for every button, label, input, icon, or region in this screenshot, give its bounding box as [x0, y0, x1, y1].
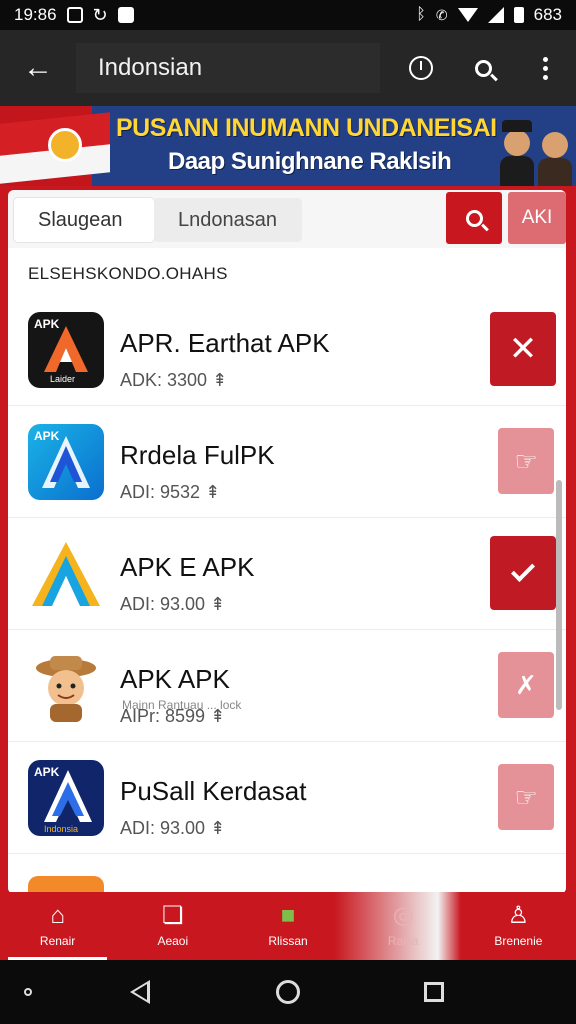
search-icon [474, 59, 492, 77]
banner-subtitle: Daap Sunighnane Raklsih [168, 148, 452, 175]
bluetooth-icon: ᛒ [416, 6, 426, 23]
search-button[interactable] [452, 30, 514, 106]
app-list-card: Slaugean Lndonasan AKI ELSEHSKONDO.OHAHS… [8, 190, 566, 894]
nav-globe[interactable]: ◎ Ralsa [346, 892, 461, 960]
app-name: APK APK [120, 664, 230, 694]
globe-icon: ◎ [392, 902, 414, 929]
close-icon: ✕ [508, 330, 538, 368]
pin-button[interactable]: ✗ [498, 652, 554, 718]
vibrate-icon: ✆ [435, 6, 448, 23]
app-name: Rrdela FulPK [120, 440, 275, 470]
list-item[interactable]: APK E APK ADI: 93.00 ⇞ [8, 518, 566, 630]
chat-icon: ❏ [162, 902, 184, 929]
aki-button[interactable]: AKI [508, 192, 566, 244]
check-button[interactable] [490, 536, 556, 610]
app-icon [28, 648, 104, 724]
toolbar-title: Indonsian [76, 43, 380, 93]
list-item[interactable]: APK Laider APR. Earthat APK ADK: 3300 ⇞ … [8, 294, 566, 406]
app-grid-icon: ■ [280, 902, 296, 929]
app-name: PuSall Kerdasat [120, 776, 307, 806]
hand-button[interactable]: ☞ [498, 428, 554, 494]
overflow-menu-button[interactable] [514, 30, 576, 106]
nav-label: Rlissan [268, 934, 308, 948]
nav-label: Brenenie [494, 934, 543, 948]
app-icon-label: APK [34, 429, 60, 443]
filter-search-button[interactable] [446, 192, 502, 244]
hand-button[interactable]: ☞ [498, 764, 554, 830]
battery-level: 683 [533, 5, 562, 24]
badge-icon [48, 128, 82, 162]
sync-icon: ↻ [92, 4, 108, 25]
screenshot-icon [66, 7, 83, 23]
close-button[interactable]: ✕ [490, 312, 556, 386]
list-item[interactable]: APK Rrdela FulPK ADI: 9532 ⇞ ☞ [8, 406, 566, 518]
app-icon-label: APK [34, 317, 60, 331]
history-button[interactable] [390, 30, 452, 106]
filter-row: Slaugean Lndonasan AKI [8, 190, 566, 248]
app-icon: APK [28, 424, 104, 500]
dot-icon [24, 988, 32, 996]
bottom-navigation: ⌂ Renair ❏ Aeaoi ■ Rlissan ◎ Ralsa ♙ Bre… [0, 892, 576, 960]
scrollbar[interactable] [556, 480, 562, 710]
app-toolbar: ← Indonsian [0, 30, 576, 106]
nav-profile[interactable]: ♙ Brenenie [461, 892, 576, 960]
banner-title: PUSANN INUMANN UNDANEISAI [116, 114, 497, 142]
list-item[interactable]: APK APK Mainn Rantuau ... lock AIPr: 859… [8, 630, 566, 742]
nav-label: Renair [39, 934, 76, 948]
app-icon-label: APK [34, 765, 60, 779]
nav-apps[interactable]: ■ Rlissan [230, 892, 345, 960]
app-meta: ADI: 93.00 ⇞ [120, 594, 226, 614]
content-area: Slaugean Lndonasan AKI ELSEHSKONDO.OHAHS… [0, 186, 576, 894]
system-recents-button[interactable] [424, 982, 444, 1002]
app-icon [28, 536, 104, 612]
app-name: APK E APK [120, 552, 255, 582]
app-icon: APK Indonsia [28, 760, 104, 836]
app-icon: APK Laider [28, 312, 104, 388]
list-item[interactable]: APK Indonsia PuSall Kerdasat ADI: 93.00 … [8, 742, 566, 854]
section-label: ELSEHSKONDO.OHAHS [28, 264, 228, 283]
flag-graphic [0, 106, 110, 186]
hand-icon: ☞ [514, 445, 538, 476]
more-vert-icon [542, 56, 548, 80]
app-meta: ADI: 9532 ⇞ [120, 482, 221, 502]
search-icon [465, 209, 483, 227]
system-navigation-bar [0, 960, 576, 1024]
pin-icon: ✗ [515, 669, 537, 700]
banner-people-illustration [496, 106, 576, 186]
wifi-icon [457, 8, 478, 22]
nav-label: Aeaoi [157, 934, 189, 948]
segment-inactive[interactable]: Lndonasan [154, 198, 302, 242]
home-icon: ⌂ [50, 902, 65, 929]
battery-icon [513, 7, 524, 23]
promo-banner[interactable]: PUSANN INUMANN UNDANEISAI Daap Sunighnan… [0, 106, 576, 186]
back-button[interactable]: ← [0, 30, 76, 106]
check-icon [510, 557, 536, 583]
app-name: APR. Earthat APK [120, 328, 330, 358]
status-bar: 19:86 ↻ ᛒ ✆ 683 [0, 0, 576, 30]
system-back-button[interactable] [130, 980, 150, 1004]
clock-icon [409, 56, 433, 80]
system-home-button[interactable] [276, 980, 300, 1004]
status-time: 19:86 [14, 5, 57, 24]
list-item-partial[interactable] [8, 854, 566, 894]
app-icon-caption: Laider [50, 374, 75, 384]
person-icon: ♙ [507, 902, 530, 929]
app-meta: ADI: 93.00 ⇞ [120, 818, 226, 838]
signal-icon [487, 7, 504, 23]
arrow-left-icon: ← [23, 51, 53, 84]
notification-icon [117, 7, 134, 23]
app-meta: ADK: 3300 ⇞ [120, 370, 228, 390]
app-icon-caption: Indonsia [44, 824, 78, 834]
nav-home[interactable]: ⌂ Renair [0, 892, 115, 960]
app-meta: AIPr: 8599 ⇞ [120, 706, 226, 726]
hand-icon: ☞ [514, 781, 538, 812]
nav-chat[interactable]: ❏ Aeaoi [115, 892, 230, 960]
nav-label: Ralsa [387, 934, 419, 948]
segment-active[interactable]: Slaugean [14, 198, 154, 242]
